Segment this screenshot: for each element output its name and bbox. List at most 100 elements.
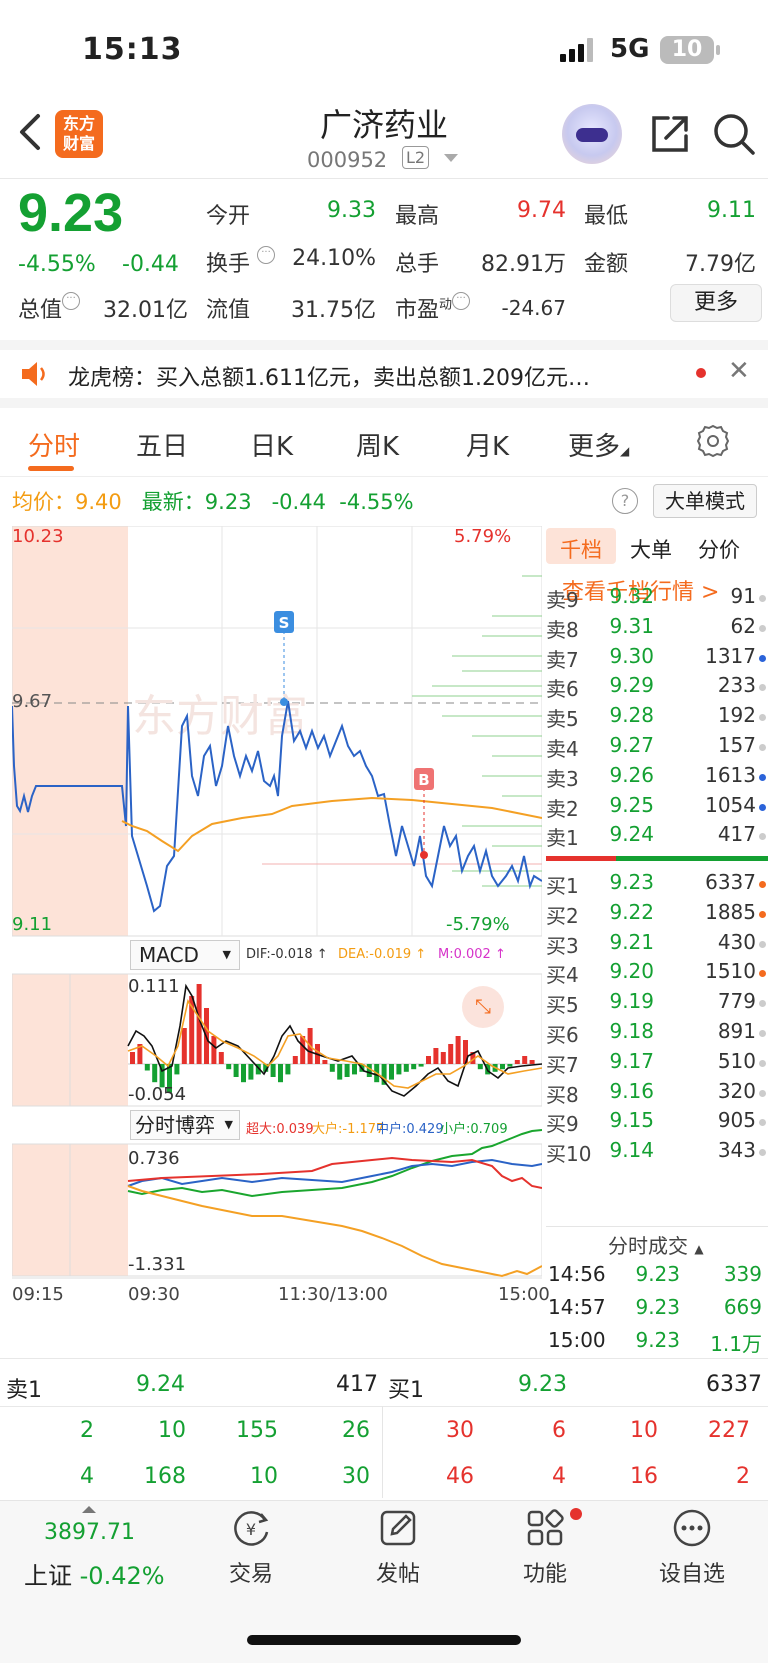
bid-row[interactable]: 买7 9.17 510 xyxy=(546,1049,768,1079)
macd-bar xyxy=(144,1064,150,1071)
ask-row[interactable]: 卖1 9.24 417 xyxy=(546,822,768,852)
tab-minute[interactable]: 分时 xyxy=(28,426,80,463)
ask-row[interactable]: 卖9 9.32 91 xyxy=(546,584,768,614)
level-volume: 417 xyxy=(717,822,756,847)
nav-functions[interactable]: 功能 xyxy=(480,1506,610,1588)
ask-row[interactable]: 卖7 9.30 1317 xyxy=(546,644,768,674)
level-volume: 91 xyxy=(730,584,756,608)
high-label: 最高 xyxy=(395,204,440,229)
l2-badge[interactable]: L2 xyxy=(402,146,430,169)
ask-row[interactable]: 卖8 9.31 62 xyxy=(546,614,768,644)
tab-five-day[interactable]: 五日 xyxy=(136,426,188,463)
big-order-mode-button[interactable]: 大单模式 xyxy=(653,484,757,518)
nav-trade[interactable]: ¥ 交易 xyxy=(186,1506,316,1588)
share-icon[interactable] xyxy=(648,112,692,156)
macd-bar xyxy=(500,1064,505,1070)
more-button[interactable]: 更多 xyxy=(670,284,762,322)
macd-bar xyxy=(507,1064,513,1067)
ask-row[interactable]: 卖2 9.25 1054 xyxy=(546,793,768,823)
level-price: 9.32 xyxy=(609,584,654,608)
ask-row[interactable]: 卖6 9.29 233 xyxy=(546,673,768,703)
unread-dot xyxy=(696,368,706,378)
level-label: 卖3 xyxy=(546,766,579,791)
macd-bar xyxy=(448,1044,454,1064)
status-bar: 15:13 5G 10 xyxy=(0,0,768,100)
help-icon[interactable]: ? xyxy=(612,488,638,514)
order-queue-cell: 46 xyxy=(446,1464,474,1489)
low-label: 最低 xyxy=(584,204,629,229)
post-edit-icon xyxy=(380,1510,416,1546)
level-label: 卖1 xyxy=(546,826,579,851)
index-summary[interactable]: 上证 -0.42% xyxy=(24,1556,165,1591)
tab-monthly-k[interactable]: 月K xyxy=(466,426,509,463)
market-cap-label: 总值 ··· xyxy=(18,292,81,324)
bid-row[interactable]: 买3 9.21 430 xyxy=(546,930,768,960)
nav-add-watchlist[interactable]: 设自选 xyxy=(627,1506,757,1588)
ticker-text[interactable]: 龙虎榜：买入总额1.611亿元，卖出总额1.209亿元… xyxy=(68,360,590,392)
game-selector[interactable]: 分时博弈 ▼ xyxy=(130,1110,240,1140)
tab-big-order[interactable]: 大单 xyxy=(630,534,672,564)
bid-row[interactable]: 买6 9.18 891 xyxy=(546,1019,768,1049)
order-book: 千档 大单 分价 查看千档行情 > 卖9 9.32 91 卖8 9.31 62 卖7 9.30… xyxy=(546,526,768,1226)
level-dot xyxy=(759,773,766,781)
ask-row[interactable]: 卖5 9.28 192 xyxy=(546,703,768,733)
settings-gear-icon[interactable] xyxy=(696,424,730,458)
level-volume: 1317 xyxy=(705,643,756,668)
level-price: 9.15 xyxy=(609,1108,654,1133)
order-queue-cell: 2 xyxy=(80,1418,94,1443)
level-dot xyxy=(759,1149,766,1157)
macd-bar xyxy=(455,1036,461,1064)
ask-row[interactable]: 卖3 9.26 1613 xyxy=(546,763,768,793)
expand-icon[interactable]: ⤡ xyxy=(462,986,504,1028)
buy-marker[interactable]: B xyxy=(418,771,429,789)
tab-daily-k[interactable]: 日K xyxy=(250,426,293,463)
robot-assistant-icon[interactable] xyxy=(562,104,622,164)
info-dots-icon[interactable]: ··· xyxy=(257,246,276,264)
macd-bar xyxy=(226,1064,232,1070)
battery-icon: 10 xyxy=(660,36,720,64)
nav-post[interactable]: 发帖 xyxy=(333,1506,463,1588)
bid-row[interactable]: 买5 9.19 779 xyxy=(546,989,768,1019)
order-queue-cell: 30 xyxy=(446,1418,474,1443)
home-indicator[interactable] xyxy=(247,1635,521,1645)
info-dots-icon[interactable]: ··· xyxy=(62,292,81,310)
level-volume: 192 xyxy=(717,703,756,728)
sell-marker[interactable]: S xyxy=(279,614,290,632)
pe-label: 市盈动 ··· xyxy=(395,292,471,324)
macd-bar xyxy=(433,1048,439,1064)
trades-title[interactable]: 分时成交 ▲ xyxy=(608,1230,704,1259)
float-cap-label: 流值 xyxy=(206,298,251,323)
tab-more[interactable]: 更多◢ xyxy=(568,426,629,463)
level-label: 买3 xyxy=(546,933,579,958)
bid-row[interactable]: 买8 9.16 320 xyxy=(546,1079,768,1109)
high-value: 9.74 xyxy=(517,198,566,223)
bid-row[interactable]: 买9 9.15 905 xyxy=(546,1108,768,1138)
level-label: 买5 xyxy=(546,993,579,1018)
info-dots-icon[interactable]: ··· xyxy=(452,292,471,310)
bid-row[interactable]: 买4 9.20 1510 xyxy=(546,959,768,989)
level-price: 9.31 xyxy=(609,613,654,638)
caret-up-icon[interactable] xyxy=(82,1506,96,1513)
caret-down-icon[interactable] xyxy=(444,154,458,162)
tab-weekly-k[interactable]: 周K xyxy=(356,426,399,463)
bid-row[interactable]: 买2 9.22 1885 xyxy=(546,900,768,930)
close-icon[interactable]: ✕ xyxy=(728,356,750,386)
level-volume: 6337 xyxy=(705,870,756,894)
time-label-0915: 09:15 xyxy=(12,1284,64,1305)
intraday-chart[interactable]: 东方财富 S B 10.23 5.79% 9.67 9.11 -5.79% MA… xyxy=(11,525,550,1346)
signal-icon xyxy=(560,38,593,62)
tab-thousand-level[interactable]: 千档 xyxy=(560,534,602,564)
buy1-price: 9.23 xyxy=(518,1372,567,1397)
index-value[interactable]: 3897.71 xyxy=(44,1520,135,1545)
tab-price-split[interactable]: 分价 xyxy=(698,534,740,564)
level-volume: 430 xyxy=(717,929,756,954)
macd-selector[interactable]: MACD ▼ xyxy=(130,940,240,970)
search-icon[interactable] xyxy=(712,112,756,156)
macd-bar xyxy=(418,1064,424,1067)
order-queue-cell: 10 xyxy=(250,1464,278,1489)
macd-bar xyxy=(529,1060,535,1064)
bid-row[interactable]: 买1 9.23 6337 xyxy=(546,870,768,900)
ask-row[interactable]: 卖4 9.27 157 xyxy=(546,733,768,763)
m-value: M:0.002 ↑ xyxy=(438,947,506,962)
bid-row[interactable]: 买10 9.14 343 xyxy=(546,1138,768,1168)
